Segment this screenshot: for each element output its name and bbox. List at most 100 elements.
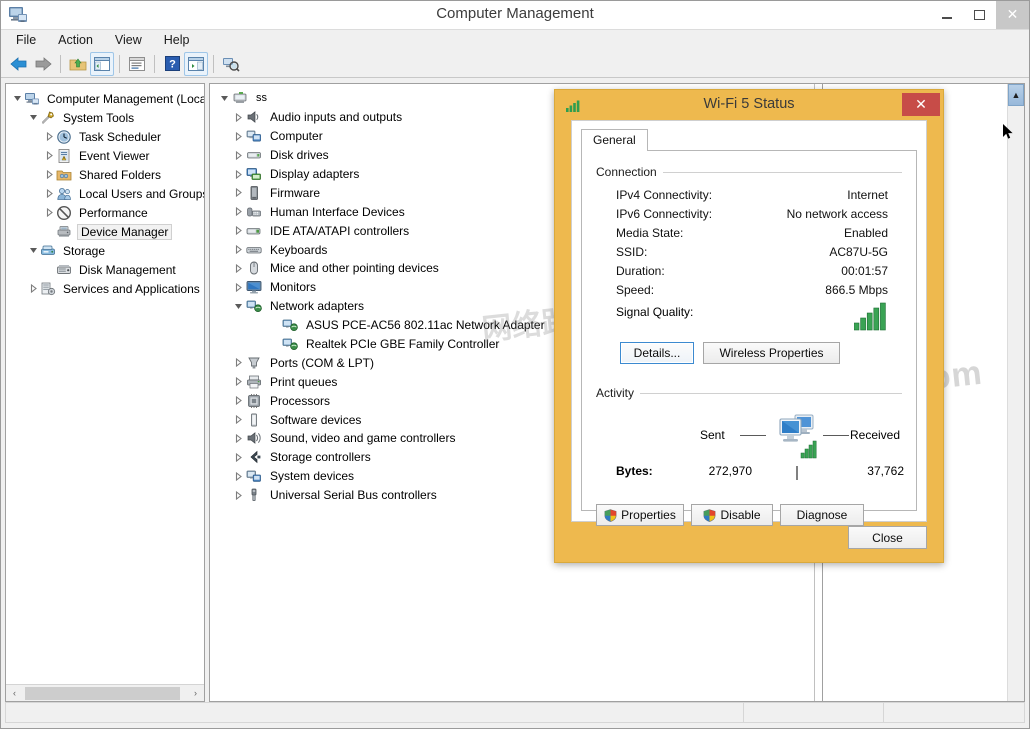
minimize-button[interactable] [930, 1, 963, 29]
chevron-closed-icon[interactable] [230, 112, 246, 122]
device-tree-label: Universal Serial Bus controllers [270, 488, 437, 503]
firmware-icon [246, 185, 264, 201]
chevron-closed-icon[interactable] [230, 207, 246, 217]
wireless-properties-button[interactable]: Wireless Properties [703, 342, 840, 364]
chevron-closed-icon[interactable] [230, 415, 246, 425]
sidebar-item-label: Shared Folders [79, 167, 162, 182]
sidebar-item-label: Disk Management [79, 262, 176, 277]
chevron-closed-icon[interactable] [230, 245, 246, 255]
show-action-pane-button[interactable] [184, 51, 208, 76]
event-viewer-icon [56, 148, 73, 164]
sidebar-item-shared-folders[interactable]: Shared Folders [6, 165, 204, 184]
chevron-closed-icon[interactable] [42, 130, 56, 144]
help-button[interactable]: ? [160, 52, 184, 76]
maximize-button[interactable] [963, 1, 996, 29]
chevron-closed-icon[interactable] [42, 206, 56, 220]
chevron-closed-icon[interactable] [230, 358, 246, 368]
sound-icon [246, 430, 264, 446]
scroll-right-button[interactable]: › [187, 686, 204, 701]
scroll-left-button[interactable]: ‹ [6, 686, 23, 701]
sidebar-item-performance[interactable]: Performance [6, 203, 204, 222]
chevron-closed-icon[interactable] [230, 471, 246, 481]
sidebar-item-event-viewer[interactable]: Event Viewer [6, 146, 204, 165]
details-button[interactable]: Details... [620, 342, 694, 364]
chevron-closed-icon[interactable] [230, 490, 246, 500]
tab-general[interactable]: General [581, 129, 648, 151]
software-device-icon [246, 412, 264, 428]
disk-management-icon [56, 262, 73, 278]
sidebar-item-computer-management-local[interactable]: Computer Management (Local [6, 89, 204, 108]
processor-icon [246, 393, 264, 409]
dialog-close-button[interactable]: ✕ [902, 93, 940, 116]
chevron-closed-icon[interactable] [230, 396, 246, 406]
performance-icon [56, 205, 73, 221]
sidebar-item-device-manager[interactable]: Device Manager [6, 222, 204, 241]
sidebar-item-task-scheduler[interactable]: Task Scheduler [6, 127, 204, 146]
properties-button[interactable]: Properties [596, 504, 684, 526]
show-console-tree-button[interactable] [90, 51, 114, 76]
device-tree-label: Processors [270, 393, 331, 408]
chevron-open-icon[interactable] [26, 244, 40, 258]
scan-hardware-changes-button[interactable] [219, 52, 243, 76]
connection-rows: IPv4 Connectivity: Internet IPv6 Connectiv… [582, 185, 916, 299]
svg-text:?: ? [169, 59, 176, 71]
chevron-closed-icon[interactable] [230, 188, 246, 198]
menu-help[interactable]: Help [159, 31, 201, 50]
toolbar-separator [119, 54, 120, 73]
device-tree-label: Ports (COM & LPT) [270, 355, 375, 370]
close-icon: ✕ [1006, 7, 1019, 23]
disable-button[interactable]: Disable [691, 504, 773, 526]
chevron-open-icon[interactable] [230, 302, 246, 311]
hscroll-track[interactable] [23, 686, 187, 701]
back-button[interactable] [7, 52, 31, 76]
forward-button[interactable] [31, 52, 55, 76]
connection-row-key: Speed: [616, 282, 655, 297]
chevron-closed-icon[interactable] [230, 226, 246, 236]
uac-shield-icon [703, 508, 716, 522]
properties-button[interactable] [125, 52, 149, 76]
menu-file[interactable]: File [11, 31, 47, 50]
diagnose-button[interactable]: Diagnose [780, 504, 864, 526]
sidebar-item-system-tools[interactable]: System Tools [6, 108, 204, 127]
chevron-closed-icon[interactable] [42, 168, 56, 182]
activity-group-header: Activity [596, 386, 916, 400]
chevron-closed-icon[interactable] [230, 282, 246, 292]
chevron-closed-icon[interactable] [42, 187, 56, 201]
menu-view[interactable]: View [110, 31, 153, 50]
hscroll-thumb[interactable] [25, 686, 180, 700]
two-computers-icon [774, 412, 824, 460]
signal-quality-row: Signal Quality: [616, 301, 888, 333]
bytes-received-value: 37,762 [867, 464, 904, 478]
shared-folders-icon [56, 167, 73, 183]
up-folder-button[interactable] [66, 52, 90, 76]
chevron-closed-icon[interactable] [230, 150, 246, 160]
device-tree-label: System devices [270, 469, 355, 484]
monitor-icon [246, 279, 264, 295]
device-tree-label: Mice and other pointing devices [270, 261, 439, 276]
properties-button-label: Properties [621, 508, 676, 522]
sidebar-item-local-users-and-groups[interactable]: Local Users and Groups [6, 184, 204, 203]
sidebar-item-storage[interactable]: Storage [6, 241, 204, 260]
connection-row: Speed: 866.5 Mbps [616, 280, 888, 299]
chevron-closed-icon[interactable] [230, 433, 246, 443]
chevron-closed-icon[interactable] [230, 452, 246, 462]
chevron-closed-icon[interactable] [26, 282, 40, 296]
dialog-close-action-button[interactable]: Close [848, 526, 927, 549]
dialog-title: Wi-Fi 5 Status [703, 96, 795, 112]
chevron-closed-icon[interactable] [230, 131, 246, 141]
sidebar-item-disk-management[interactable]: Disk Management [6, 260, 204, 279]
chevron-open-icon[interactable] [10, 92, 24, 106]
scroll-up-button[interactable]: ▲ [1008, 84, 1024, 106]
actions-pane-scrollbar[interactable]: ▲ [1007, 84, 1024, 701]
sidebar-item-services-and-applications[interactable]: Services and Applications [6, 279, 204, 298]
chevron-closed-icon[interactable] [230, 263, 246, 273]
console-tree-hscrollbar[interactable]: ‹ › [6, 684, 204, 701]
chevron-closed-icon[interactable] [230, 169, 246, 179]
bytes-label: Bytes: [616, 464, 653, 478]
chevron-closed-icon[interactable] [42, 149, 56, 163]
close-button[interactable]: ✕ [996, 1, 1029, 29]
menu-action[interactable]: Action [53, 31, 104, 50]
chevron-open-icon[interactable] [216, 94, 232, 103]
chevron-closed-icon[interactable] [230, 377, 246, 387]
chevron-open-icon[interactable] [26, 111, 40, 125]
